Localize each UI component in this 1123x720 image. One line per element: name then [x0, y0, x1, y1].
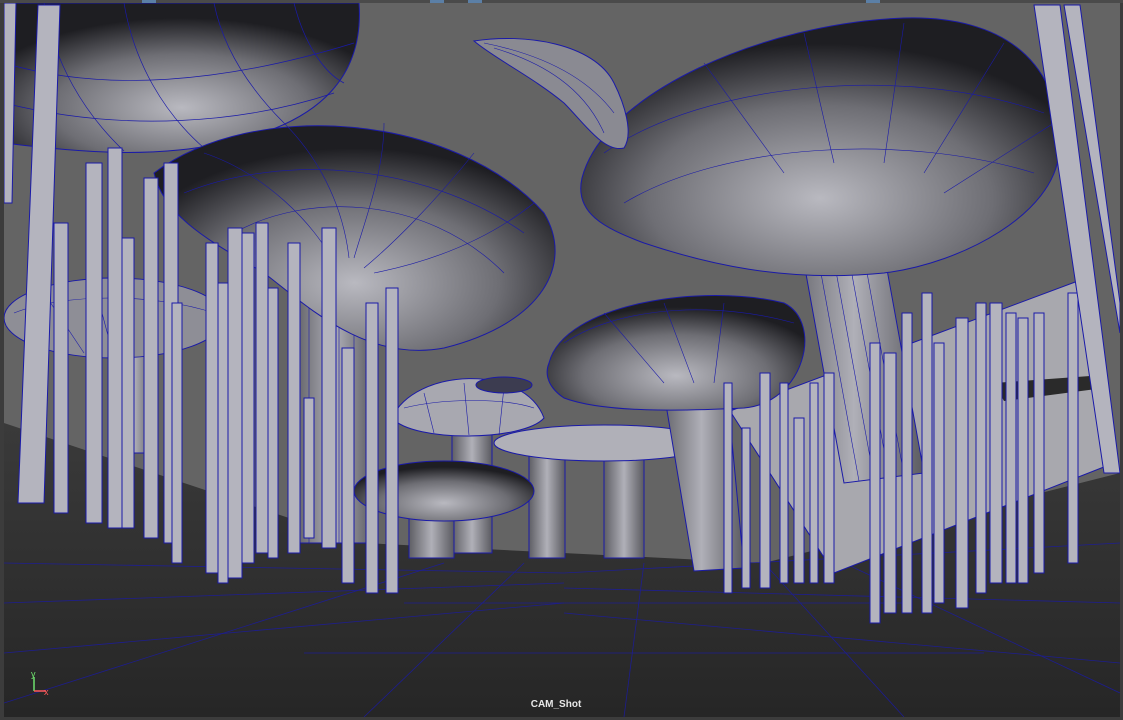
axis-gizmo: y x	[26, 669, 56, 699]
axis-x-label: x	[44, 687, 49, 697]
3d-viewport[interactable]: y x	[4, 3, 1120, 717]
floating-leaf-object	[472, 37, 629, 149]
axis-y-label: y	[31, 669, 36, 679]
scene-render[interactable]	[4, 3, 1120, 717]
mushroom-center-small	[353, 460, 535, 559]
camera-name-label: CAM_Shot	[530, 699, 582, 710]
